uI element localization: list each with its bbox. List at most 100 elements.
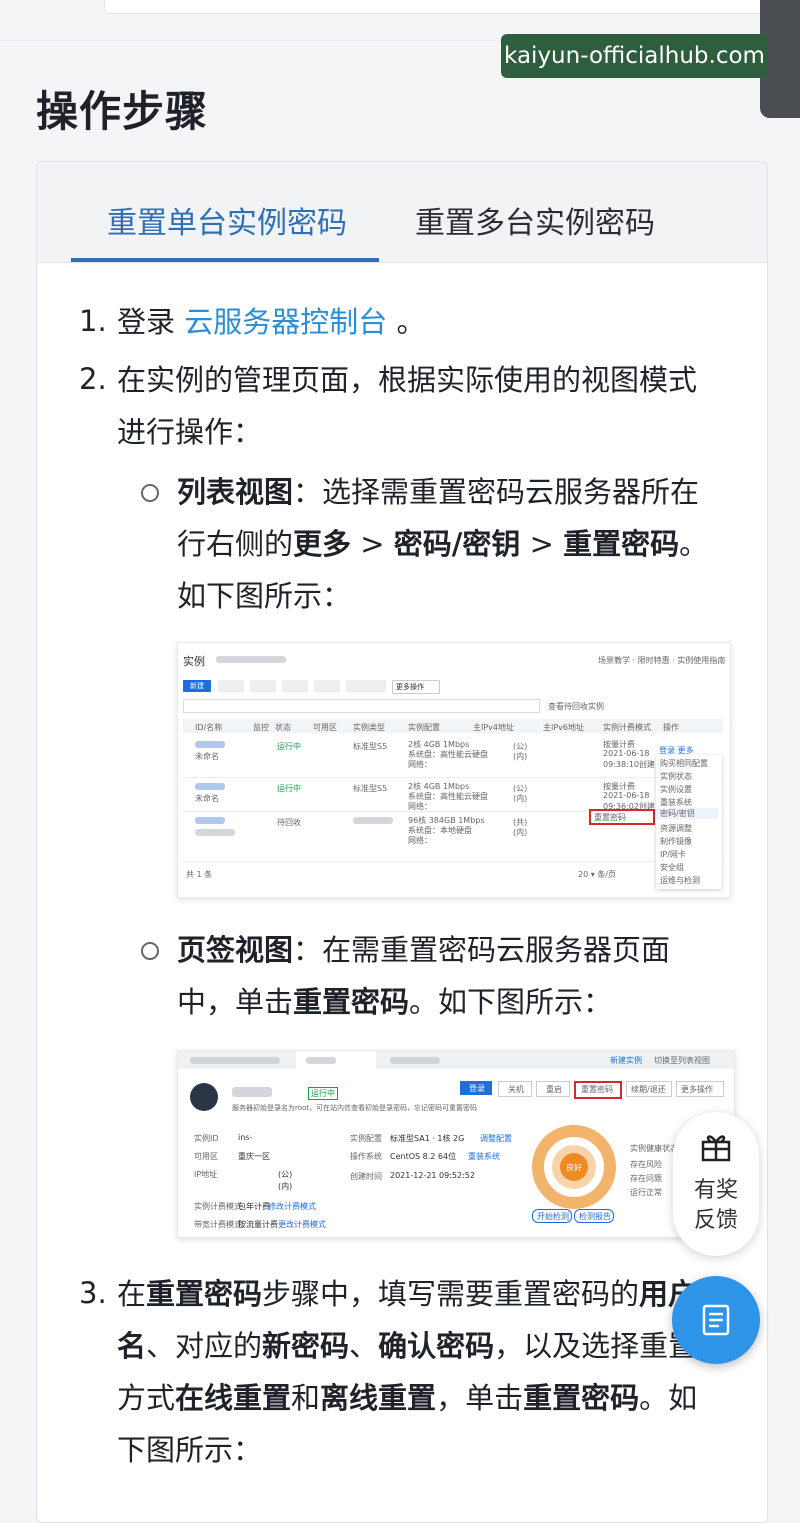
renew-button: 续期/退还 xyxy=(626,1081,672,1097)
more-menu: 购买相同配置 实例状态 实例设置 重装系统 密码/密钥 资源调整 制作镜像 IP… xyxy=(656,755,722,889)
blurred-text xyxy=(195,829,235,836)
blurred-text xyxy=(216,656,286,663)
login-hint: 服务器初始登录名为root，可在站内信查看初始登录密码，忘记密码可重置密码 xyxy=(232,1104,478,1112)
toc-button[interactable] xyxy=(672,1276,760,1364)
row-type: 标准型S5 xyxy=(353,784,388,793)
restart-button: 重启 xyxy=(536,1081,570,1097)
step-text: 方式 xyxy=(117,1381,176,1415)
toolbar-button xyxy=(314,680,340,692)
table-header: ID/名称 监控 状态 可用区 实例类型 实例配置 主IPv4地址 主IPv6地… xyxy=(183,719,723,733)
page-size: 20 ▾ 条/页 xyxy=(578,870,616,879)
blurred-text xyxy=(353,817,393,824)
steps-card: 重置单台实例密码 重置多台实例密码 1. 登录 云服务器控制台 。 2. 在实例… xyxy=(36,161,768,1523)
toolbar-button xyxy=(346,680,386,692)
col-header: 实例类型 xyxy=(353,723,385,732)
menu-item: 实例设置 xyxy=(660,785,692,794)
bullet-icon xyxy=(141,484,159,502)
menu-item: 制作镜像 xyxy=(660,837,692,846)
check-report-button: 检测报告 xyxy=(574,1209,614,1223)
col-header: 实例配置 xyxy=(408,723,440,732)
more-ops-button: 更多操作 xyxy=(392,680,440,694)
button-label: 重置密码 xyxy=(581,1085,613,1094)
sub-step-tab-view: 页签视图：在需重置密码云服务器页面 xyxy=(177,924,670,976)
row-date: 2021-06-18 xyxy=(603,749,650,758)
term-offline-reset: 离线重置 xyxy=(320,1381,437,1415)
screenshot-tabbar: 新建实例 切换至列表视图 xyxy=(178,1051,734,1069)
row-status: 运行中 xyxy=(277,742,301,751)
button-label: 续期/退还 xyxy=(631,1085,666,1094)
step-1: 登录 云服务器控制台 。 xyxy=(117,296,425,348)
list-view-screenshot: 实例 场景教学 · 限时特惠 · 实例使用指南 新建 更多操作 查看待回收实例 … xyxy=(177,642,731,898)
health-legend: 运行正常 xyxy=(630,1188,662,1197)
step-text: 。如 xyxy=(639,1381,698,1415)
tab-reset-single[interactable]: 重置单台实例密码 xyxy=(107,198,347,242)
button-label: 关机 xyxy=(508,1085,524,1094)
new-instance-link: 新建实例 xyxy=(610,1056,642,1065)
tab-reset-multiple[interactable]: 重置多台实例密码 xyxy=(415,198,655,242)
blurred-tab xyxy=(190,1057,280,1064)
health-legend: 存在风险 xyxy=(630,1160,662,1169)
field-link: 更改计费模式 xyxy=(278,1220,326,1229)
more-ops-label: 更多操作 xyxy=(396,683,424,691)
field-value: 2021-12-21 09:52:52 xyxy=(390,1171,475,1180)
term-username: 名 xyxy=(117,1329,147,1363)
col-header: 主IPv6地址 xyxy=(543,723,585,732)
blurred-id xyxy=(195,783,225,790)
feedback-label: 反馈 xyxy=(693,1208,738,1233)
field-link: 重装系统 xyxy=(468,1152,500,1161)
row-net: 网络： xyxy=(408,760,432,769)
step-text: 步骤中，填写需要重置密码的 xyxy=(262,1277,640,1311)
field-link: 修改计费模式 xyxy=(268,1202,316,1211)
row-ip: (内) xyxy=(513,752,528,761)
menu-item: IP/网卡 xyxy=(660,850,686,859)
top-links: 场景教学 · 限时特惠 · 实例使用指南 xyxy=(598,656,726,665)
field-value: (内) xyxy=(278,1182,293,1191)
field-label: 实例ID xyxy=(194,1134,219,1143)
button-label: 登录 xyxy=(469,1084,485,1093)
col-header: ID/名称 xyxy=(195,723,223,732)
previous-card xyxy=(104,0,766,14)
highlight-label: 重置密码 xyxy=(594,813,626,822)
button-label: 开始检测 xyxy=(537,1212,569,1221)
term-reset-password: 重置密码 xyxy=(523,1381,640,1415)
step-text: 。如下图所示： xyxy=(409,985,613,1019)
blurred-tab xyxy=(306,1057,336,1064)
menu-item: 购买相同配置 xyxy=(660,759,708,768)
label-list-view: 列表视图 xyxy=(177,475,294,509)
col-header: 主IPv4地址 xyxy=(473,723,515,732)
instance-avatar xyxy=(190,1083,218,1111)
row-time: 09:38:10创建 xyxy=(603,760,655,769)
col-header: 监控 xyxy=(253,723,269,732)
console-link[interactable]: 云服务器控制台 xyxy=(184,305,387,339)
field-label: IP地址 xyxy=(194,1170,218,1179)
field-value: (公) xyxy=(278,1170,293,1179)
button-label: 检测报告 xyxy=(579,1212,611,1221)
step-number: 3. xyxy=(79,1276,107,1310)
row-status: 待回收 xyxy=(277,818,301,827)
col-header: 可用区 xyxy=(313,723,337,732)
table-row: 未命名 运行中 标准型S5 2核 4GB 1Mbps 系统盘：高性能云硬盘 网络… xyxy=(183,735,723,778)
separator: > xyxy=(351,527,394,561)
field-label: 可用区 xyxy=(194,1152,218,1161)
gauge-center-label: 良好 xyxy=(566,1162,582,1172)
feedback-button[interactable]: 有奖 反馈 xyxy=(673,1112,759,1256)
step-text: ，单击 xyxy=(436,1381,524,1415)
term-reset-password: 重置密码 xyxy=(293,985,410,1019)
term-confirm-password: 确认密码 xyxy=(378,1329,495,1363)
separator: > xyxy=(520,527,564,561)
field-value: CentOS 8.2 64位 xyxy=(390,1152,457,1161)
label-tab-view: 页签视图 xyxy=(177,933,294,967)
step-text: ：选择需重置密码云服务器所在 xyxy=(293,475,700,509)
field-label: 创建时间 xyxy=(350,1172,382,1181)
step-text: ：在需重置密码云服务器页面 xyxy=(293,933,671,967)
menu-item: 密码/密钥 xyxy=(656,808,718,819)
menu-item: 安全组 xyxy=(660,863,684,872)
switch-list-link: 切换至列表视图 xyxy=(654,1056,710,1065)
active-tab-indicator xyxy=(71,258,379,262)
sub-step-line: 中，单击重置密码。如下图所示： xyxy=(177,976,612,1028)
term-password-key: 密码/密钥 xyxy=(393,527,521,561)
step-text: 。 xyxy=(396,305,426,339)
step-number: 2. xyxy=(79,362,107,396)
step-3-line: 名、对应的新密码、确认密码，以及选择重置 xyxy=(117,1320,697,1372)
step-text: 、对应的 xyxy=(146,1329,263,1363)
